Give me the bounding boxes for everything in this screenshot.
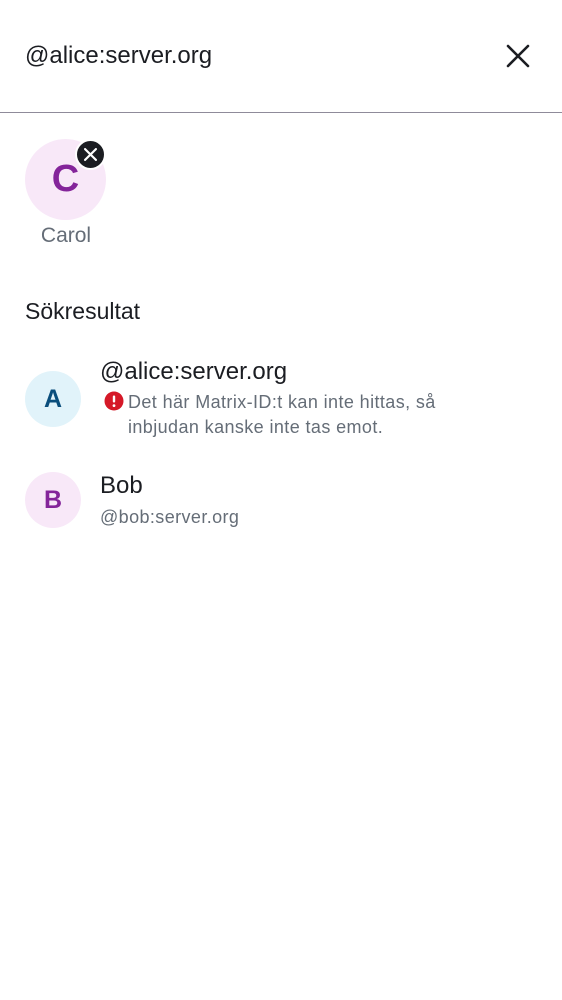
result-row-bob[interactable]: B Bob @bob:server.org [0, 466, 562, 536]
avatar: B [25, 472, 81, 528]
selected-user-carol: C Carol [25, 139, 107, 247]
result-subtitle: @bob:server.org [100, 507, 240, 527]
close-icon [84, 148, 97, 161]
invite-people-screen: C Carol Sökresultat A @alice:server.org … [0, 0, 562, 1000]
result-title: @alice:server.org [100, 358, 288, 385]
close-button[interactable] [496, 34, 540, 78]
search-bar [0, 0, 562, 113]
avatar-initial: C [51, 158, 80, 200]
selected-user-name: Carol [40, 224, 92, 247]
result-row-alice[interactable]: A @alice:server.org Det här Matrix-ID:t … [0, 356, 562, 456]
search-input[interactable] [25, 36, 465, 76]
close-icon [506, 44, 530, 68]
warning-text: Det här Matrix-ID:t kan inte hittas, så … [128, 392, 436, 437]
avatar: A [25, 371, 81, 427]
error-icon [104, 391, 124, 411]
search-results-heading: Sökresultat [25, 298, 141, 324]
avatar-initial: A [43, 384, 63, 413]
avatar-initial: B [43, 485, 63, 514]
remove-selected-user-button[interactable] [75, 139, 106, 170]
result-title: Bob [100, 472, 143, 499]
not-found-warning: Det här Matrix-ID:t kan inte hittas, så … [104, 390, 484, 440]
